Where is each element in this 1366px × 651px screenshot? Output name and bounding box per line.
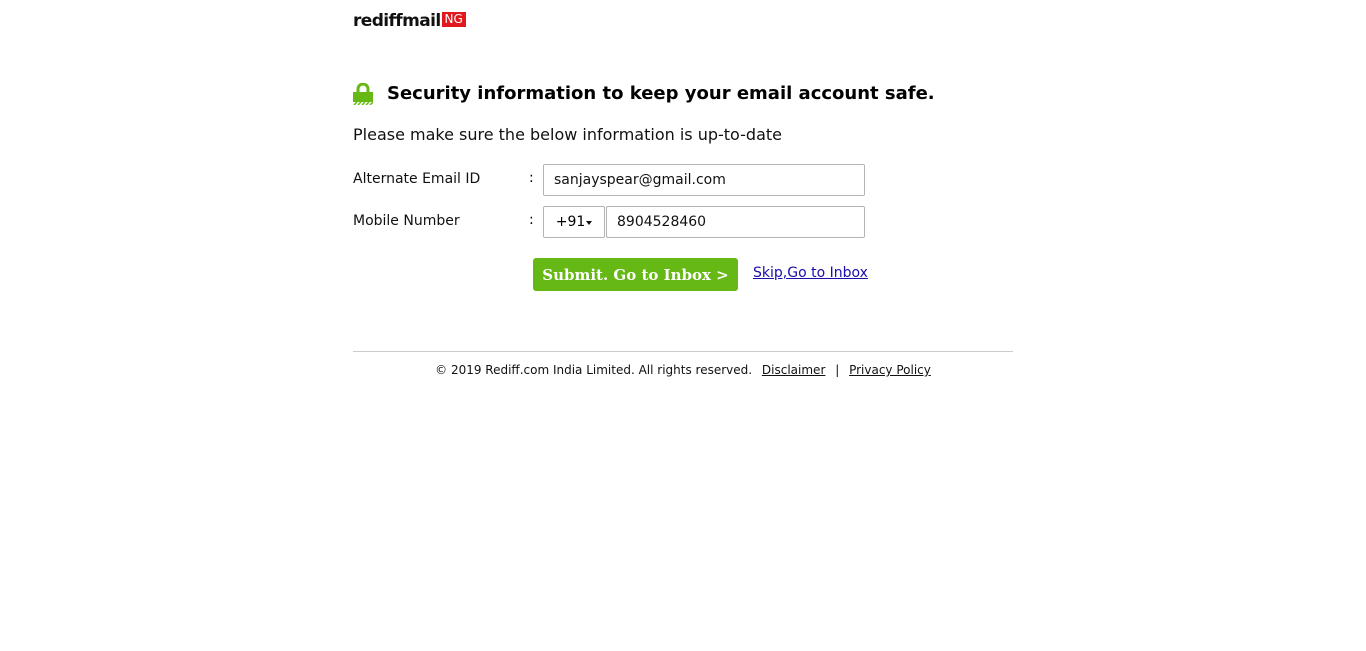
chevron-down-icon (586, 221, 593, 225)
country-code-value: +91 (555, 214, 586, 230)
logo-badge: NG (441, 11, 466, 27)
alternate-email-input[interactable] (543, 164, 865, 196)
page: rediffmail NG Security information to ke… (0, 0, 1366, 651)
mobile-number-label: Mobile Number (353, 213, 460, 229)
disclaimer-link[interactable]: Disclaimer (762, 363, 825, 377)
label-colon: : (529, 170, 534, 186)
privacy-policy-link[interactable]: Privacy Policy (849, 363, 931, 377)
heading-row: Security information to keep your email … (353, 83, 935, 105)
alternate-email-row: Alternate Email ID : (353, 164, 873, 196)
logo-text: rediffmail (353, 11, 441, 31)
lock-icon (353, 83, 373, 105)
skip-go-to-inbox-link[interactable]: Skip,Go to Inbox (753, 264, 868, 282)
alternate-email-label: Alternate Email ID (353, 171, 481, 187)
footer-separator: | (835, 363, 840, 377)
footer-divider (353, 351, 1013, 352)
mobile-number-input[interactable] (606, 206, 865, 238)
country-code-select[interactable]: +91 (543, 206, 605, 238)
submit-go-to-inbox-button[interactable]: Submit. Go to Inbox > (533, 258, 738, 291)
copyright-text: © 2019 Rediff.com India Limited. All rig… (435, 363, 753, 377)
label-colon: : (529, 212, 534, 228)
mobile-number-row: Mobile Number : +91 (353, 206, 873, 238)
instruction-text: Please make sure the below information i… (353, 125, 782, 144)
page-heading: Security information to keep your email … (387, 83, 935, 104)
footer: © 2019 Rediff.com India Limited. All rig… (353, 362, 1013, 378)
rediffmail-logo[interactable]: rediffmail NG (353, 11, 466, 31)
